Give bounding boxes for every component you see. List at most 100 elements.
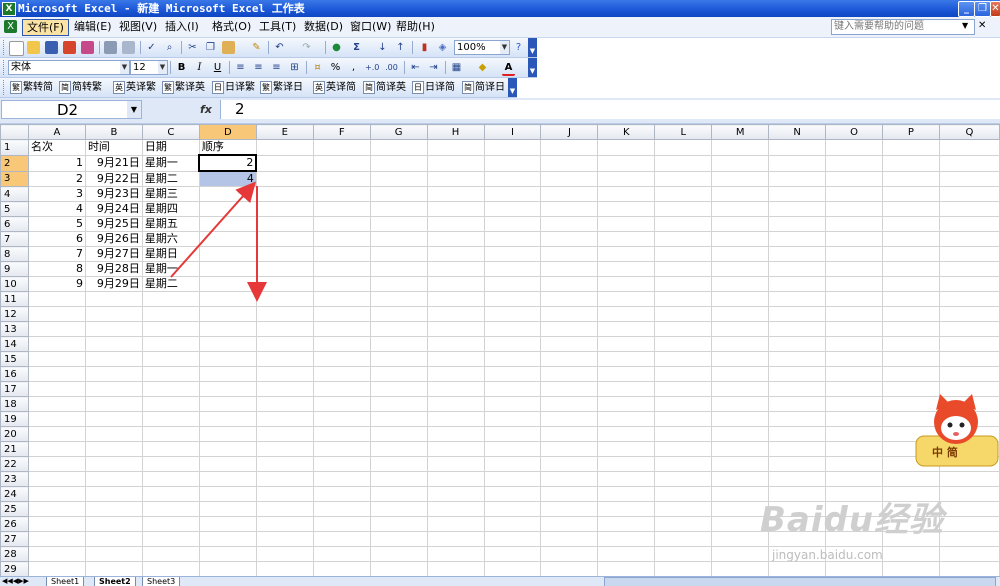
cell[interactable] <box>483 336 542 352</box>
cell[interactable] <box>711 381 770 397</box>
cell[interactable] <box>483 186 542 202</box>
align-left-icon[interactable]: ≡ <box>234 61 247 74</box>
cell[interactable] <box>540 291 599 307</box>
cell[interactable] <box>198 546 257 562</box>
cell[interactable] <box>312 471 371 487</box>
cell[interactable] <box>597 321 656 337</box>
cell[interactable] <box>597 456 656 472</box>
cell[interactable] <box>198 246 257 262</box>
cell[interactable] <box>369 501 428 517</box>
cell[interactable] <box>198 441 257 457</box>
name-box[interactable]: D2 ▼ <box>1 100 142 119</box>
cell[interactable] <box>540 426 599 442</box>
cell[interactable] <box>654 561 713 576</box>
cell[interactable] <box>711 139 770 156</box>
cell[interactable] <box>483 501 542 517</box>
row-header[interactable]: 9 <box>0 261 29 277</box>
cell[interactable] <box>881 170 940 187</box>
cell[interactable] <box>881 471 940 487</box>
cell[interactable] <box>825 351 883 367</box>
menu-file[interactable]: 文件(F) <box>22 19 69 36</box>
cell[interactable] <box>141 516 200 532</box>
cell[interactable] <box>938 154 1000 172</box>
cell[interactable] <box>198 306 257 322</box>
cell[interactable] <box>255 456 314 472</box>
cell[interactable] <box>483 170 542 187</box>
hyperlink-icon[interactable]: ● <box>330 41 343 54</box>
convert-button[interactable]: 繁繁译日 <box>258 80 303 95</box>
row-header[interactable]: 10 <box>0 276 29 292</box>
cell[interactable]: 名次 <box>27 139 86 156</box>
cell[interactable] <box>312 186 371 202</box>
cell[interactable] <box>312 441 371 457</box>
convert-button[interactable]: 日日译简 <box>410 80 455 95</box>
cell[interactable] <box>426 546 485 562</box>
cell[interactable] <box>654 201 713 217</box>
cell[interactable] <box>312 426 371 442</box>
cell[interactable] <box>540 351 599 367</box>
fx-icon[interactable]: fx <box>200 103 212 116</box>
row-header[interactable]: 26 <box>0 516 29 532</box>
cell[interactable] <box>483 231 542 247</box>
cell[interactable] <box>426 531 485 547</box>
cell[interactable]: 9月24日 <box>84 201 143 217</box>
cell[interactable] <box>369 336 428 352</box>
cell[interactable] <box>426 201 485 217</box>
cell[interactable] <box>426 381 485 397</box>
cell[interactable] <box>768 201 827 217</box>
cell[interactable] <box>84 366 143 382</box>
row-header[interactable]: 27 <box>0 531 29 547</box>
cell[interactable] <box>141 456 200 472</box>
cell[interactable] <box>198 231 257 247</box>
column-header[interactable]: C <box>141 124 200 140</box>
cell[interactable]: 4 <box>27 201 86 217</box>
cell[interactable] <box>881 154 940 172</box>
cell[interactable] <box>597 186 656 202</box>
cell[interactable] <box>255 411 314 427</box>
cell[interactable]: 4 <box>198 170 257 187</box>
cell[interactable] <box>768 276 827 292</box>
column-header[interactable]: I <box>483 124 542 140</box>
cell[interactable] <box>825 261 883 277</box>
cell[interactable] <box>426 306 485 322</box>
cell[interactable] <box>825 291 883 307</box>
cell[interactable] <box>198 411 257 427</box>
cell[interactable] <box>27 501 86 517</box>
column-header[interactable]: P <box>881 124 940 140</box>
cell[interactable]: 9月22日 <box>84 170 143 187</box>
cell[interactable] <box>255 381 314 397</box>
cell[interactable] <box>597 291 656 307</box>
cell[interactable] <box>711 170 770 187</box>
cell[interactable] <box>597 471 656 487</box>
cell[interactable] <box>825 321 883 337</box>
cell[interactable] <box>369 471 428 487</box>
convert-button[interactable]: 简简译英 <box>361 80 406 95</box>
cell[interactable] <box>312 231 371 247</box>
cell[interactable]: 3 <box>27 186 86 202</box>
cell[interactable] <box>768 246 827 262</box>
print-icon[interactable] <box>104 41 117 54</box>
cell[interactable] <box>768 456 827 472</box>
cell[interactable] <box>426 486 485 502</box>
cell[interactable]: 日期 <box>141 139 200 156</box>
close-button[interactable]: ✕ <box>990 1 1000 17</box>
cell[interactable] <box>768 411 827 427</box>
cell[interactable] <box>483 426 542 442</box>
cell[interactable] <box>198 261 257 277</box>
cell[interactable] <box>84 306 143 322</box>
cell[interactable] <box>84 426 143 442</box>
cell[interactable] <box>141 486 200 502</box>
cell[interactable] <box>426 246 485 262</box>
bold-button[interactable]: B <box>175 61 188 74</box>
row-header[interactable]: 19 <box>0 411 29 427</box>
cell[interactable] <box>141 381 200 397</box>
cell[interactable] <box>654 441 713 457</box>
cell[interactable] <box>255 276 314 292</box>
cell[interactable] <box>483 321 542 337</box>
cell[interactable] <box>825 216 883 232</box>
cell[interactable] <box>597 411 656 427</box>
cell[interactable]: 时间 <box>84 139 143 156</box>
cell[interactable] <box>84 531 143 547</box>
row-header[interactable]: 13 <box>0 321 29 337</box>
cell[interactable]: 星期一 <box>141 154 200 172</box>
